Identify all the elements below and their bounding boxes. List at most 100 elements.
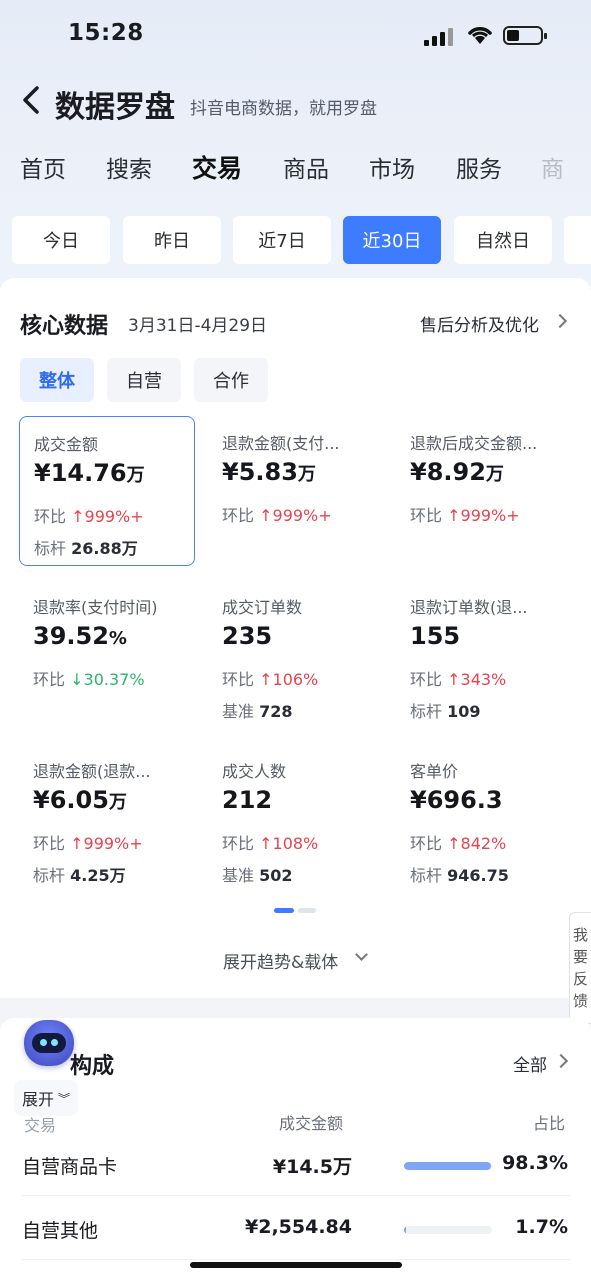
pager-dots [274,908,318,914]
metric-ring: 环比 ↑108% [222,834,319,853]
metric-gmv[interactable]: 成交金额 ¥14.76万 环比 ↑999%+ 标杆 26.88万 [19,416,195,566]
col-share-header: 占比 [533,1114,566,1133]
share-bar [404,1226,492,1234]
metric-refund-amount[interactable]: 退款金额(支付... ¥5.83万 环比 ↑999%+ [208,416,384,566]
metric-label: 退款后成交金额... [410,434,538,453]
feedback-tab[interactable]: 我 要 反 馈 [569,912,591,1024]
status-bar: 15:28 [0,0,591,70]
table-row[interactable]: 自营商品卡 ¥14.5万 98.3% [22,1134,570,1196]
metric-ring: 环比 ↓30.37% [33,670,145,689]
metric-bench: 标杆 109 [410,702,481,721]
metric-value: 235 [222,622,273,650]
segment-overall[interactable]: 整体 [20,358,94,402]
metric-buyer-count[interactable]: 成交人数 212 环比 ↑108% 基准 502 [208,744,384,894]
cellular-signal-icon [424,26,456,46]
chevron-right-icon [553,1053,569,1069]
composition-card: 构成 全部 交易 成交金额 占比 自营商品卡 ¥14.5万 98.3% 自营其他… [0,1018,591,1280]
range-30days[interactable]: 近30日 [343,216,441,264]
range-today[interactable]: 今日 [12,216,110,264]
core-data-card: 核心数据 3月31日-4月29日 售后分析及优化 整体 自营 合作 成交金额 ¥… [0,278,591,998]
expand-trend-button[interactable]: 展开趋势&载体 [223,948,338,973]
feedback-char: 我 [572,926,588,944]
metric-ring: 环比 ↑999%+ [33,834,143,853]
col-amount-header: 成交金额 [279,1114,344,1133]
metric-value: ¥8.92万 [410,458,504,486]
metric-avg-order-value[interactable]: 客单价 ¥696.3 环比 ↑842% 标杆 946.75 [396,744,572,894]
date-range-selector: 今日 昨日 近7日 近30日 自然日 自 [0,216,591,264]
metric-label: 退款金额(支付... [222,434,340,453]
tab-home[interactable]: 首页 [20,150,66,184]
metric-label: 退款率(支付时间) [33,598,158,617]
range-more[interactable]: 自 [564,216,591,264]
back-arrow-icon[interactable] [20,84,42,116]
metric-value: 39.52% [33,622,127,650]
metric-bench: 标杆 946.75 [410,866,509,885]
metric-ring: 环比 ↑842% [410,834,507,853]
feedback-char: 馈 [572,992,588,1010]
metric-ring: 环比 ↑999%+ [222,506,332,525]
tab-search[interactable]: 搜索 [106,150,152,184]
tab-product[interactable]: 商品 [283,150,329,184]
table-row[interactable]: 自营其他 ¥2,554.84 1.7% [22,1198,570,1260]
home-indicator [190,1262,402,1268]
app-subtitle: 抖音电商数据，就用罗盘 [190,99,377,119]
core-date-range: 3月31日-4月29日 [128,316,268,336]
metric-value: ¥6.05万 [33,786,127,814]
metric-bench: 标杆 26.88万 [34,539,138,558]
metric-label: 退款金额(退款... [33,762,151,781]
metric-value: ¥14.76万 [34,459,145,487]
metric-refund-orders[interactable]: 退款订单数(退... 155 环比 ↑343% 标杆 109 [396,580,572,730]
metric-refund-amount-by-refund-time[interactable]: 退款金额(退款... ¥6.05万 环比 ↑999%+ 标杆 4.25万 [19,744,195,894]
segment-self-operated[interactable]: 自营 [107,358,181,402]
app-title: 数据罗盘 [55,90,175,125]
status-time: 15:28 [68,20,144,46]
feedback-char: 反 [572,970,588,988]
metric-order-count[interactable]: 成交订单数 235 环比 ↑106% 基准 728 [208,580,384,730]
metric-ring: 环比 ↑999%+ [34,507,144,526]
chevron-right-icon [552,313,568,329]
battery-icon [503,26,547,45]
main-tabs: 首页 搜索 交易 商品 市场 服务 商 [0,150,591,194]
row-name: 自营其他 [22,1220,99,1242]
metric-label: 退款订单数(退... [410,598,528,617]
chevron-down-icon [355,948,368,961]
metric-ring: 环比 ↑106% [222,670,319,689]
metric-net-gmv[interactable]: 退款后成交金额... ¥8.92万 环比 ↑999%+ [396,416,572,566]
metric-label: 客单价 [410,762,459,781]
tab-trade[interactable]: 交易 [192,150,242,185]
robot-icon [24,1020,74,1066]
metric-bench: 标杆 4.25万 [33,866,126,885]
segment-cooperation[interactable]: 合作 [194,358,268,402]
metric-label: 成交金额 [34,435,99,454]
wifi-icon [468,27,492,44]
metric-refund-rate[interactable]: 退款率(支付时间) 39.52% 环比 ↓30.37% [19,580,195,730]
metric-bench: 基准 728 [222,702,293,721]
composition-all-link[interactable]: 全部 [513,1051,547,1076]
share-bar-fill [404,1162,491,1170]
tab-more[interactable]: 商 [541,150,564,184]
after-sales-link[interactable]: 售后分析及优化 [420,311,539,336]
metric-value: 155 [410,622,461,650]
share-bar-fill [404,1226,406,1234]
tab-market[interactable]: 市场 [369,150,415,184]
double-chevron-down-icon: ︾ [58,1091,71,1106]
feedback-char: 要 [572,948,588,966]
metric-label: 成交人数 [222,762,287,781]
row-amount: ¥2,554.84 [245,1216,352,1238]
row-amount: ¥14.5万 [272,1156,352,1178]
metric-bench: 基准 502 [222,866,293,885]
tab-service[interactable]: 服务 [456,150,502,184]
assistant-widget[interactable]: 展开 ︾ [14,1016,78,1116]
row-name: 自营商品卡 [22,1156,118,1178]
nav-bar: 数据罗盘 抖音电商数据，就用罗盘 [0,76,591,126]
range-7days[interactable]: 近7日 [233,216,331,264]
range-natural-day[interactable]: 自然日 [454,216,552,264]
range-yesterday[interactable]: 昨日 [123,216,221,264]
metric-value: 212 [222,786,273,814]
row-share: 1.7% [515,1216,568,1238]
assistant-expand-button[interactable]: 展开 ︾ [14,1080,78,1116]
metric-label: 成交订单数 [222,598,303,617]
core-data-title: 核心数据 [20,314,109,339]
metric-value: ¥5.83万 [222,458,316,486]
metric-ring: 环比 ↑343% [410,670,507,689]
